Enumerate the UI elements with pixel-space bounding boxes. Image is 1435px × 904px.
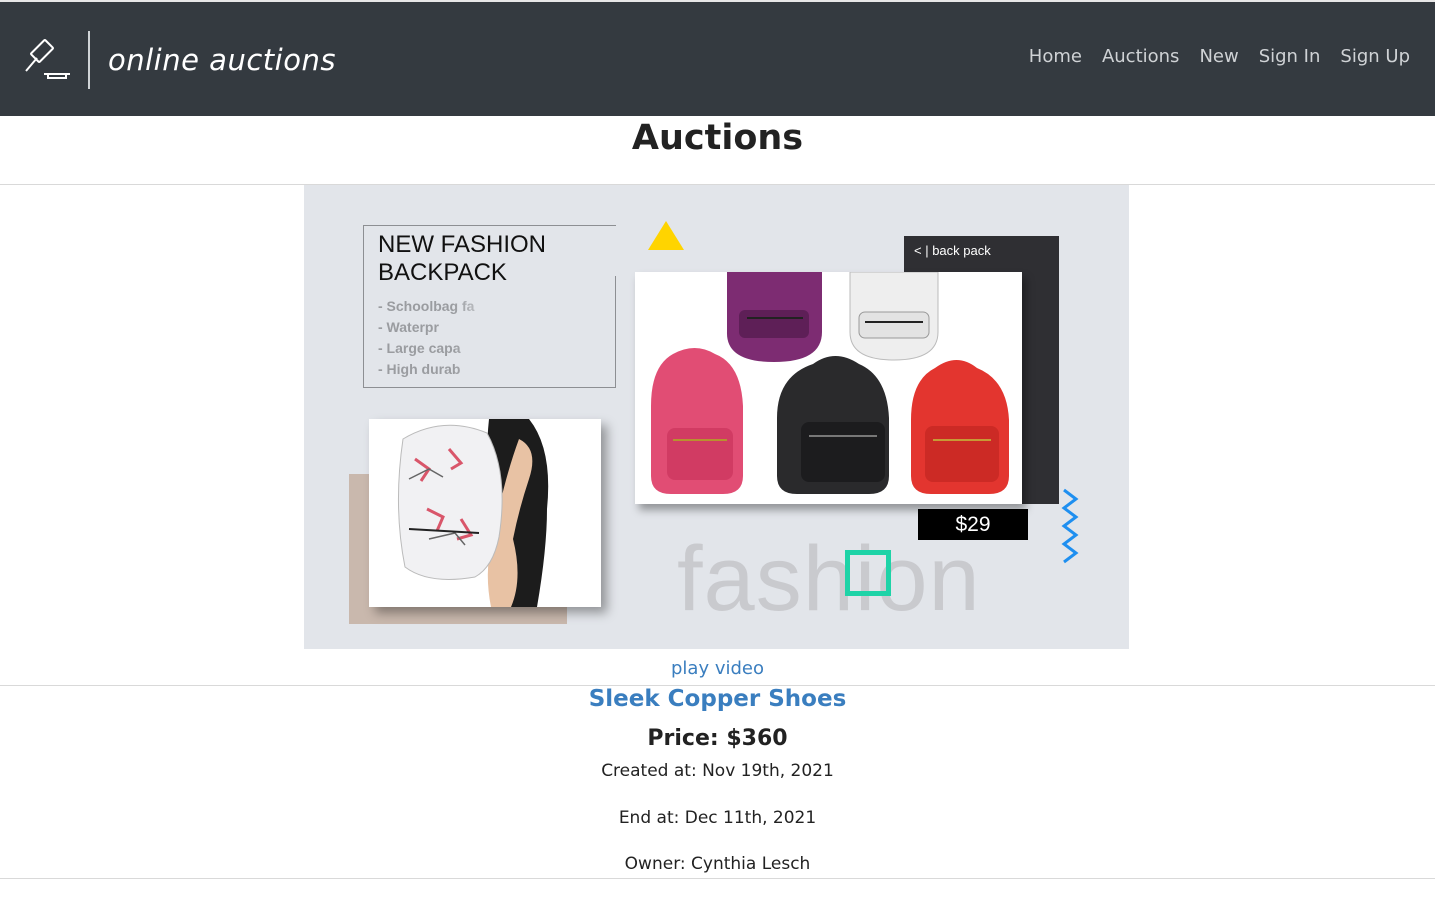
nav-links: Home Auctions New Sign In Sign Up	[1029, 46, 1410, 67]
fashion-watermark: fashion	[677, 528, 981, 630]
navbar: online auctions Home Auctions New Sign I…	[0, 2, 1435, 116]
auction-title-link[interactable]: Sleek Copper Shoes	[0, 686, 1435, 712]
brand-text: online auctions	[108, 43, 336, 77]
auction-owner: Owner: Cynthia Lesch	[624, 854, 811, 874]
card-title: NEW FASHION BACKPACK	[378, 231, 546, 287]
brand-divider	[88, 31, 90, 89]
nav-link-home[interactable]: Home	[1029, 46, 1082, 67]
green-square-shape	[845, 550, 891, 596]
model-with-backpack-photo	[369, 419, 601, 607]
auction-end-at: End at: Dec 11th, 2021	[618, 808, 817, 828]
backpacks-image	[651, 271, 1009, 494]
nav-link-auctions[interactable]: Auctions	[1102, 46, 1179, 67]
triangle-shape	[648, 221, 684, 250]
nav-link-sign-in[interactable]: Sign In	[1259, 46, 1321, 67]
zigzag-shape	[1061, 488, 1079, 564]
brand-link[interactable]: online auctions	[22, 30, 336, 90]
auction-video-thumbnail[interactable]: NEW FASHION BACKPACK - Schoolbag fa - Wa…	[304, 185, 1129, 649]
model-image	[397, 419, 549, 607]
back-pack-label: < | back pack	[914, 243, 991, 258]
backpacks-photo	[635, 271, 1022, 504]
text-fade-overlay	[454, 294, 564, 382]
divider	[0, 878, 1435, 879]
nav-link-new[interactable]: New	[1199, 46, 1238, 67]
gavel-icon	[25, 39, 70, 79]
page-title: Auctions	[631, 118, 804, 158]
auction-created-at: Created at: Nov 19th, 2021	[601, 761, 834, 781]
auction-price: Price: $360	[647, 726, 788, 751]
nav-link-sign-up[interactable]: Sign Up	[1340, 46, 1410, 67]
card-title-line: BACKPACK	[378, 259, 507, 286]
card-title-line: NEW FASHION	[378, 231, 547, 258]
play-video-link[interactable]: play video	[0, 658, 1435, 679]
product-text-card: NEW FASHION BACKPACK - Schoolbag fa - Wa…	[363, 225, 616, 388]
